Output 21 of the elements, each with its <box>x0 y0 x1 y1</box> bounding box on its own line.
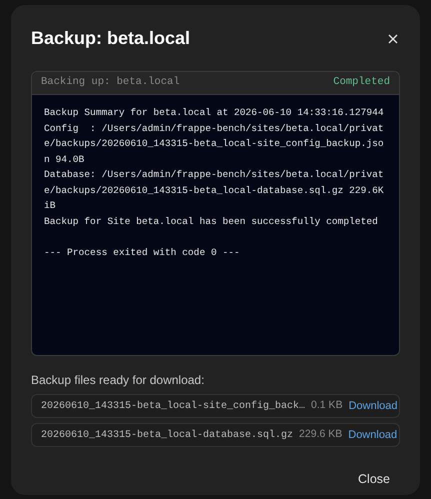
download-link[interactable]: Download <box>348 426 398 444</box>
download-link[interactable]: Download <box>348 398 398 414</box>
close-button[interactable]: Close <box>348 464 400 495</box>
file-name: 20260610_143315-beta_local-site_config_back… <box>41 400 306 414</box>
file-size: 229.6 KB <box>299 427 342 442</box>
file-size: 0.1 KB <box>311 398 343 414</box>
log-line: Backup for Site beta.local has been successfully completed <box>44 214 379 228</box>
files-label: Backup files ready for download: <box>31 372 206 389</box>
exit-line: --- Process exited with code 0 --- <box>44 246 241 260</box>
log-line: Database: /Users/admin/frappe-bench/sites/beta.local/privat <box>44 168 385 182</box>
log-line: iB <box>44 199 57 213</box>
log-line: e/backups/20260610_143315-beta_local-site_config_backup.jso <box>44 137 385 151</box>
status-label: Completed <box>333 75 390 90</box>
log-line: Config : /Users/admin/frappe-bench/sites/beta.local/privat <box>44 122 385 136</box>
dialog-title: Backup: beta.local <box>31 27 190 50</box>
log-line: e/backups/20260610_143315-beta_local-database.sql.gz 229.6K <box>44 184 385 198</box>
log-line: Backup Summary for beta.local at 2026-06-10 14:33:16.127944 <box>44 106 385 120</box>
status-text: Backing up: beta.local <box>41 75 180 90</box>
close-icon[interactable] <box>388 34 398 44</box>
log-line: n 94.0B <box>44 152 86 166</box>
file-name: 20260610_143315-beta_local-database.sql.gz <box>41 428 294 442</box>
